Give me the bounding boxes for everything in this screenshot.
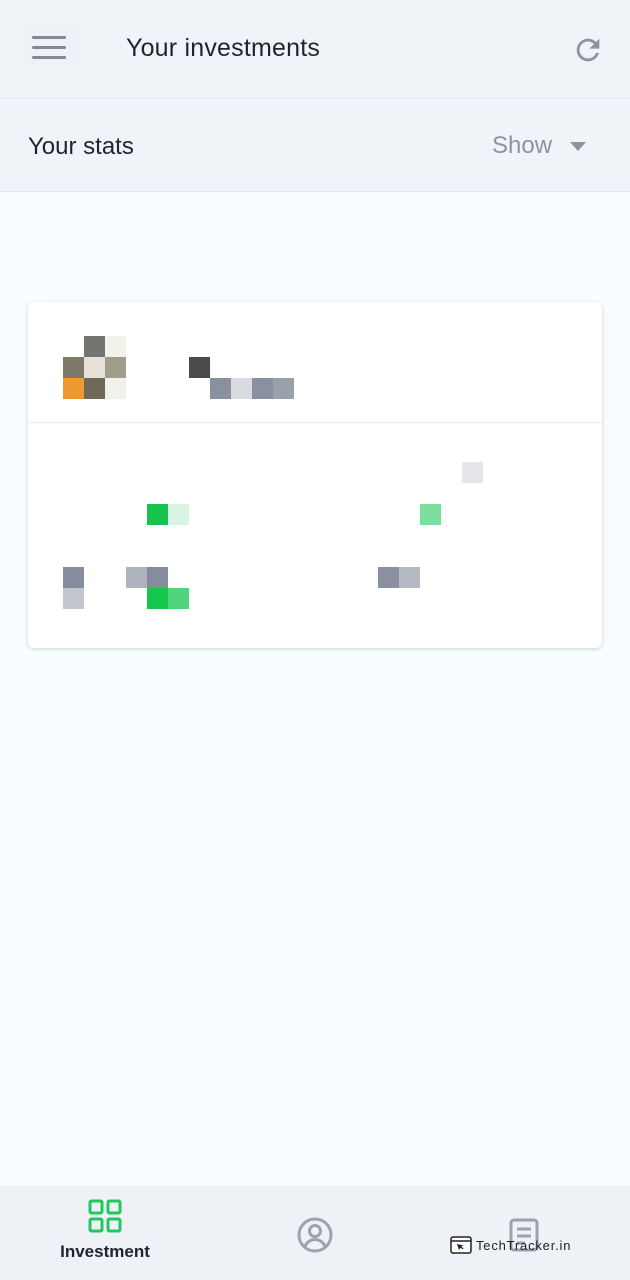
page-title: Your investments <box>126 34 321 62</box>
menu-bar <box>32 35 66 39</box>
nav-item-investment[interactable]: Investment <box>46 1198 164 1262</box>
refresh-icon <box>576 38 600 62</box>
nav-item-profile[interactable] <box>294 1216 336 1254</box>
stats-title: Your stats <box>28 133 134 160</box>
card-divider <box>28 422 602 423</box>
grid-icon <box>88 1199 122 1233</box>
nav-item-label: Investment <box>60 1242 150 1261</box>
menu-bar <box>32 45 66 49</box>
app-bar: Your investments <box>0 0 630 99</box>
browser-window-icon <box>450 1236 472 1254</box>
menu-bar <box>32 55 66 59</box>
profile-icon <box>297 1217 333 1253</box>
menu-button[interactable] <box>18 24 80 70</box>
watermark: TechTracker.in <box>450 1234 571 1256</box>
caret-down-icon <box>570 141 587 151</box>
show-dropdown[interactable]: Show <box>486 126 604 166</box>
show-dropdown-label: Show <box>492 132 553 159</box>
watermark-text: TechTracker.in <box>476 1237 572 1253</box>
refresh-button[interactable] <box>566 28 610 72</box>
